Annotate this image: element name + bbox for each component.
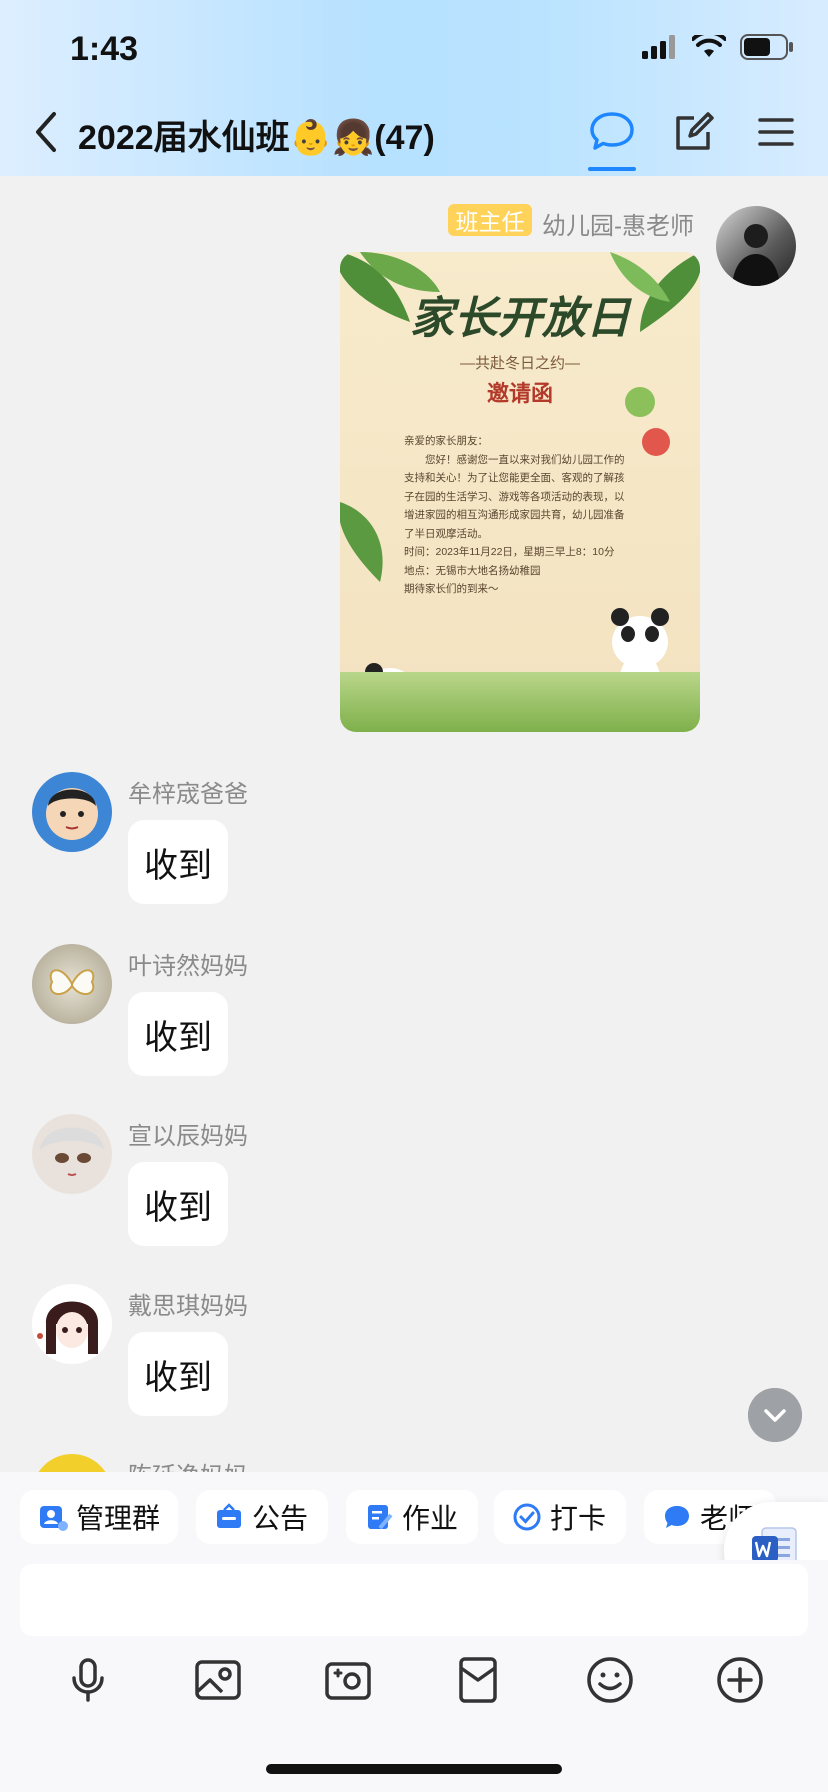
scroll-down-button[interactable] <box>748 1388 802 1442</box>
image-icon[interactable] <box>192 1654 244 1706</box>
quick-action-label: 公告 <box>252 1503 309 1534</box>
plus-icon[interactable] <box>714 1654 766 1706</box>
status-time: 1:43 <box>70 30 139 68</box>
invite-line: 您好！感谢您一直以来对我们幼儿园工作的支持和关心！为了让您能更全面、客观的了解孩… <box>404 453 625 540</box>
member-avatar[interactable] <box>32 944 112 1024</box>
member-name: 宣以辰妈妈 <box>128 1123 248 1150</box>
chat-bubble-icon[interactable] <box>588 108 636 156</box>
butterfly-icon <box>49 969 95 996</box>
microphone-icon[interactable] <box>62 1654 114 1706</box>
member-avatar[interactable] <box>32 1114 112 1194</box>
member-avatar[interactable] <box>32 772 112 852</box>
person-silhouette-icon <box>732 224 780 286</box>
role-badge: 班主任 <box>448 204 532 236</box>
cartoon-face-icon <box>46 788 98 840</box>
teacher-avatar[interactable] <box>716 206 796 286</box>
active-tab-indicator <box>588 167 636 171</box>
message-bubble[interactable]: 收到 <box>128 1332 228 1416</box>
homework-icon <box>368 1505 393 1530</box>
battery-icon <box>740 34 793 60</box>
chat-title: 2022届水仙班👶👧(47) <box>78 119 435 157</box>
quick-action-manage-group[interactable]: 管理群 <box>20 1490 178 1544</box>
invitation-image[interactable]: 家长开放日 —共赴冬日之约— 邀请函 亲爱的家长朋友： 您好！感谢您一直以来对我… <box>340 252 700 732</box>
invite-line: 时间：2023年11月22日，星期三早上8：10分 <box>404 546 615 558</box>
member-avatar[interactable] <box>32 1284 112 1364</box>
home-indicator[interactable] <box>266 1764 562 1774</box>
camera-icon[interactable] <box>322 1654 374 1706</box>
message-bubble[interactable]: 收到 <box>128 992 228 1076</box>
grass-decoration <box>340 672 700 732</box>
notice-icon <box>217 1503 241 1528</box>
message-input[interactable] <box>20 1564 808 1636</box>
invite-line: 地点：无锡市大地名扬幼稚园 <box>404 564 541 577</box>
member-name: 叶诗然妈妈 <box>128 953 248 980</box>
anime-face-icon <box>40 1127 104 1176</box>
edit-icon[interactable] <box>670 108 718 156</box>
quick-action-label: 作业 <box>402 1503 459 1534</box>
teacher-icon <box>665 1506 689 1528</box>
invite-body: 亲爱的家长朋友： 您好！感谢您一直以来对我们幼儿园工作的支持和关心！为了让您能更… <box>404 432 634 599</box>
red-packet-icon[interactable] <box>452 1654 504 1706</box>
quick-action-notice[interactable]: 公告 <box>196 1490 328 1544</box>
back-button[interactable] <box>28 108 64 156</box>
quick-action-label: 打卡 <box>550 1503 607 1534</box>
invite-subtitle: —共赴冬日之约— <box>459 355 580 372</box>
quick-action-checkin[interactable]: 打卡 <box>494 1490 626 1544</box>
girl-face-icon <box>37 1301 99 1354</box>
teacher-name: 幼儿园-惠老师 <box>542 213 694 240</box>
menu-icon[interactable] <box>752 108 800 156</box>
invite-line: 期待家长们的到来～ <box>404 583 499 595</box>
invite-title: 家长开放日 <box>410 293 630 344</box>
signal-icon <box>642 35 675 59</box>
wifi-icon <box>692 35 726 57</box>
message-bubble[interactable]: 收到 <box>128 820 228 904</box>
quick-action-homework[interactable]: 作业 <box>346 1490 478 1544</box>
invite-heading: 邀请函 <box>486 381 553 406</box>
emoji-icon[interactable] <box>584 1654 636 1706</box>
quick-action-label: 管理群 <box>76 1503 161 1534</box>
header: 1:43 2022届水仙班👶👧(47) <box>0 0 828 176</box>
status-icons <box>642 34 794 60</box>
message-bubble[interactable]: 收到 <box>128 1162 228 1246</box>
member-name: 牟梓宬爸爸 <box>128 781 248 808</box>
member-name: 戴思琪妈妈 <box>128 1293 248 1320</box>
checkin-icon <box>513 1503 541 1531</box>
invite-line: 亲爱的家长朋友： <box>404 435 488 447</box>
manage-group-icon <box>40 1506 68 1531</box>
